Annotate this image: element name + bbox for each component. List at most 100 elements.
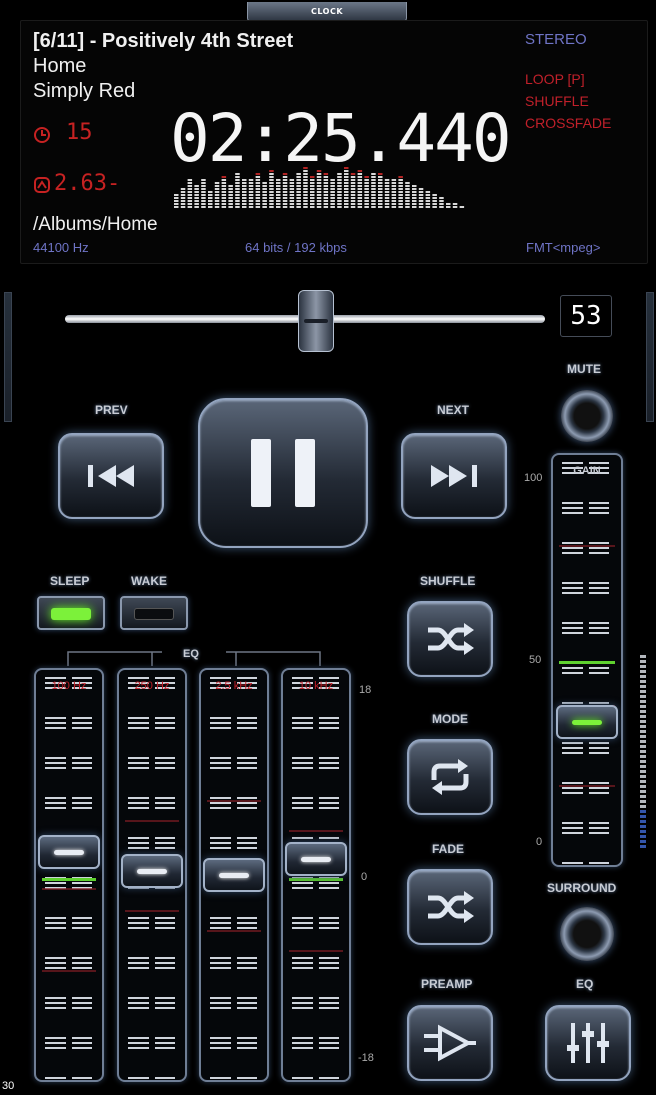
spectrum-bar-segment bbox=[296, 206, 301, 208]
spectrum-bar-segment bbox=[187, 179, 193, 181]
spectrum-bar-segment bbox=[208, 203, 213, 205]
spectrum-bar-segment bbox=[303, 182, 308, 184]
prev-label: PREV bbox=[95, 403, 128, 417]
spectrum-bar-segment bbox=[289, 197, 295, 199]
spectrum-bar-segment bbox=[452, 203, 458, 205]
spectrum-bar-segment bbox=[378, 194, 383, 196]
spectrum-bar-segment bbox=[337, 191, 342, 193]
eq-knob[interactable] bbox=[121, 854, 183, 888]
spectrum-bar-segment bbox=[228, 206, 233, 208]
spectrum-bar-segment bbox=[296, 191, 301, 193]
eq-knob[interactable] bbox=[38, 835, 100, 869]
spectrum-bar-segment bbox=[350, 191, 356, 193]
spectrum-bar-segment bbox=[201, 188, 206, 190]
spectrum-bar-segment bbox=[344, 179, 349, 181]
spectrum-bar-segment bbox=[174, 206, 179, 208]
clock-tab[interactable]: CLOCK bbox=[247, 2, 407, 22]
spectrum-bar-segment bbox=[282, 200, 288, 202]
spectrum-bar-segment bbox=[276, 194, 281, 196]
mode-button[interactable] bbox=[407, 739, 493, 815]
spectrum-bar-segment bbox=[323, 203, 329, 205]
spectrum-bar-segment bbox=[242, 197, 247, 199]
spectrum-bar-segment bbox=[262, 182, 267, 184]
eq-button[interactable] bbox=[545, 1005, 631, 1081]
spectrum-bar-segment bbox=[330, 194, 335, 196]
spectrum-bar-segment bbox=[323, 200, 329, 202]
spectrum-bar-segment bbox=[371, 185, 376, 187]
spectrum-bar-segment bbox=[418, 200, 424, 202]
spectrum-bar-segment bbox=[289, 200, 295, 202]
spectrum-bar-segment bbox=[248, 179, 254, 181]
spectrum-bar-segment bbox=[398, 176, 403, 178]
eq-knob[interactable] bbox=[285, 842, 347, 876]
spectrum-bar-segment bbox=[269, 188, 274, 190]
spectrum-bar-segment bbox=[384, 206, 390, 208]
preamp-button[interactable] bbox=[407, 1005, 493, 1081]
spectrum-bar-segment bbox=[418, 191, 424, 193]
wake-toggle[interactable] bbox=[120, 596, 188, 630]
spectrum-bar-segment bbox=[242, 188, 247, 190]
spectrum-bar-segment bbox=[221, 182, 227, 184]
play-pause-button[interactable] bbox=[198, 398, 368, 548]
eq-slider-250hz[interactable]: 250 Hz bbox=[117, 668, 187, 1082]
spectrum-bar-segment bbox=[221, 206, 227, 208]
spectrum-bar-segment bbox=[276, 203, 281, 205]
fade-button[interactable] bbox=[407, 869, 493, 945]
sleep-toggle[interactable] bbox=[37, 596, 105, 630]
surround-button[interactable] bbox=[560, 907, 614, 961]
right-drawer-handle[interactable] bbox=[646, 292, 654, 422]
spectrum-bar-segment bbox=[364, 191, 369, 193]
eq-slider-2-5khz[interactable]: 2.5 kHz bbox=[199, 668, 269, 1082]
spectrum-bar-segment bbox=[330, 191, 335, 193]
spectrum-bar-segment bbox=[289, 191, 295, 193]
next-button[interactable] bbox=[401, 433, 507, 519]
spectrum-bar-segment bbox=[357, 206, 363, 208]
spectrum-bar-segment bbox=[289, 203, 295, 205]
left-drawer-handle[interactable] bbox=[4, 292, 12, 422]
spectrum-bar-segment bbox=[235, 176, 240, 178]
spectrum-bar-segment bbox=[208, 197, 213, 199]
spectrum-bar-segment bbox=[228, 185, 233, 187]
eq-slider-100hz[interactable]: 100 Hz bbox=[34, 668, 104, 1082]
eq-slider-10khz[interactable]: 10 kHz bbox=[281, 668, 351, 1082]
gain-slider[interactable]: GAIN bbox=[551, 453, 623, 867]
spectrum-bar-segment bbox=[330, 188, 335, 190]
spectrum-bar-segment bbox=[350, 173, 356, 175]
spectrum-bar-segment bbox=[337, 182, 342, 184]
spectrum-bar-segment bbox=[384, 197, 390, 199]
mute-button[interactable] bbox=[561, 390, 613, 442]
spectrum-bar-segment bbox=[323, 179, 329, 181]
gain-knob[interactable] bbox=[556, 705, 618, 739]
spectrum-bar-segment bbox=[221, 203, 227, 205]
spectrum-bar-segment bbox=[214, 206, 220, 208]
seek-thumb[interactable] bbox=[298, 290, 334, 352]
eq-knob[interactable] bbox=[203, 858, 265, 892]
spectrum-bar-segment bbox=[357, 170, 363, 172]
spectrum-bar-segment bbox=[282, 206, 288, 208]
spectrum-bar-segment bbox=[242, 200, 247, 202]
spectrum-bar-segment bbox=[303, 176, 308, 178]
spectrum-bar-segment bbox=[364, 203, 369, 205]
spectrum-bar-segment bbox=[303, 167, 308, 169]
spectrum-bar-segment bbox=[316, 194, 322, 196]
spectrum-analyzer bbox=[174, 167, 465, 208]
shuffle-button[interactable] bbox=[407, 601, 493, 677]
spectrum-bar-segment bbox=[282, 191, 288, 193]
prev-button[interactable] bbox=[58, 433, 164, 519]
spectrum-bar-segment bbox=[242, 182, 247, 184]
spectrum-bar-segment bbox=[418, 203, 424, 205]
spectrum-bar-segment bbox=[432, 194, 437, 196]
spectrum-bar-segment bbox=[378, 185, 383, 187]
spectrum-bar-segment bbox=[405, 203, 410, 205]
spectrum-bar-segment bbox=[398, 179, 403, 181]
spectrum-bar-segment bbox=[364, 200, 369, 202]
spectrum-bar-segment bbox=[180, 200, 186, 202]
spectrum-bar-segment bbox=[255, 176, 261, 178]
spectrum-bar-segment bbox=[248, 203, 254, 205]
spectrum-bar-segment bbox=[194, 191, 199, 193]
spectrum-bar-segment bbox=[364, 197, 369, 199]
spectrum-bar-segment bbox=[323, 176, 329, 178]
spectrum-bar-segment bbox=[405, 188, 410, 190]
spectrum-bar-segment bbox=[235, 197, 240, 199]
spectrum-bar-segment bbox=[439, 200, 444, 202]
